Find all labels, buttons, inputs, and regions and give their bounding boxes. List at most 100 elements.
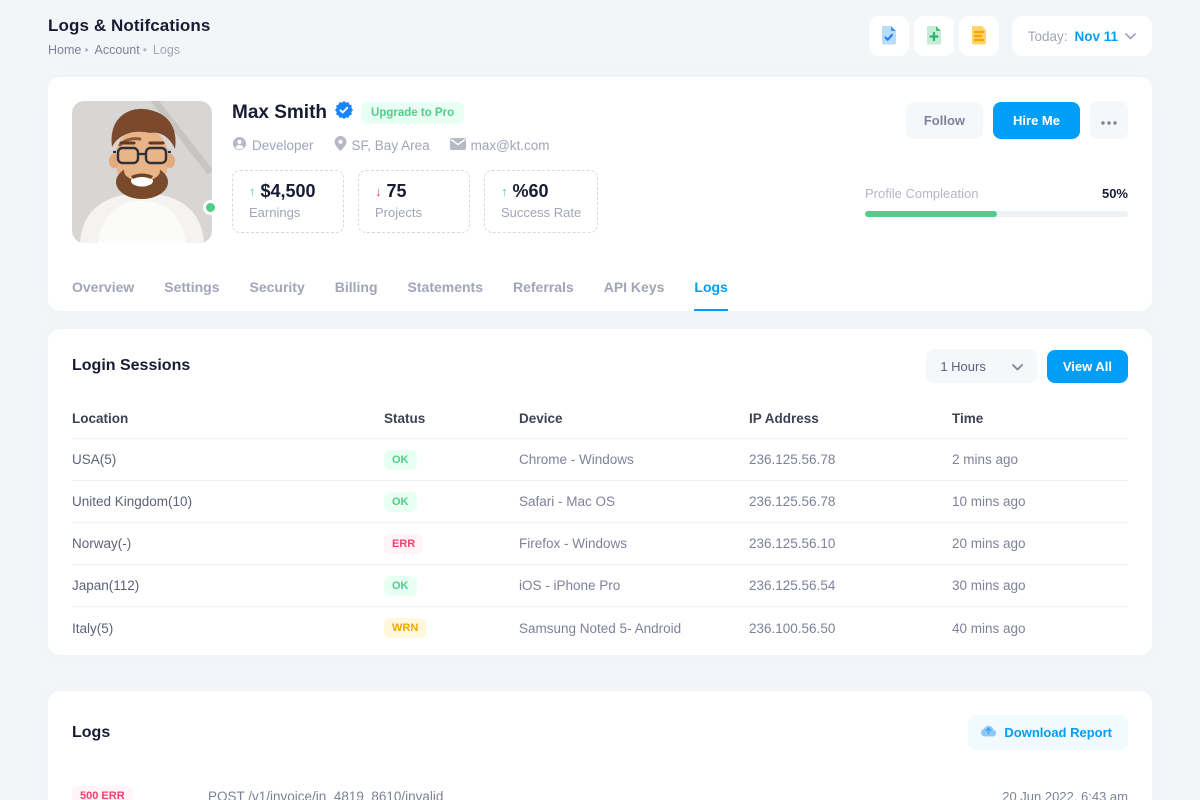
col-location: Location — [72, 411, 384, 426]
session-row[interactable]: Japan(112) OK iOS - iPhone Pro 236.125.5… — [72, 565, 1128, 607]
log-path: POST /v1/invoice/in_4819_8610/invalid — [208, 789, 1002, 800]
session-location: Italy(5) — [72, 621, 384, 636]
tab-referrals[interactable]: Referrals — [513, 271, 574, 311]
hours-filter-value: 1 Hours — [940, 359, 986, 374]
tab-label: Referrals — [513, 279, 574, 295]
tab-api-keys[interactable]: API Keys — [604, 271, 665, 311]
topbar: Logs & Notifcations Home•Account•Logs To — [48, 16, 1152, 57]
location-label: SF, Bay Area — [352, 138, 430, 153]
log-row[interactable]: 500 ERR POST /v1/invoice/in_4819_8610/in… — [72, 778, 1128, 800]
session-device: Samsung Noted 5- Android — [519, 621, 749, 636]
session-row[interactable]: United Kingdom(10) OK Safari - Mac OS 23… — [72, 481, 1128, 523]
stat-label: Success Rate — [501, 205, 581, 220]
profile-card: Max Smith Upgrade to Pro Developer — [48, 77, 1152, 311]
session-device: Safari - Mac OS — [519, 494, 749, 509]
download-report-button[interactable]: Download Report — [968, 715, 1128, 750]
session-row[interactable]: USA(5) OK Chrome - Windows 236.125.56.78… — [72, 439, 1128, 481]
tab-billing[interactable]: Billing — [335, 271, 378, 311]
ellipsis-icon — [1101, 113, 1117, 128]
follow-button[interactable]: Follow — [906, 102, 983, 139]
profile-identity: Max Smith Upgrade to Pro Developer — [232, 101, 550, 154]
sessions-table-header: Location Status Device IP Address Time — [72, 399, 1128, 439]
trend-down-icon: ↓ — [375, 184, 382, 199]
role-label: Developer — [252, 138, 314, 153]
profile-tabs: Overview Settings Security Billing Statement… — [72, 271, 1128, 311]
tab-label: API Keys — [604, 279, 665, 295]
tab-label: Logs — [694, 279, 727, 295]
col-device: Device — [519, 411, 749, 426]
email-label: max@kt.com — [471, 138, 550, 153]
stat-value: %60 — [513, 181, 549, 202]
session-ip: 236.125.56.78 — [749, 452, 952, 467]
session-device: Chrome - Windows — [519, 452, 749, 467]
stat-success-rate: ↑ %60 Success Rate — [484, 170, 598, 233]
logs-table-body: 500 ERR POST /v1/invoice/in_4819_8610/in… — [72, 778, 1128, 800]
profile-body: Max Smith Upgrade to Pro Developer — [232, 101, 1128, 243]
session-location: Norway(-) — [72, 536, 384, 551]
progress-bar — [865, 211, 1128, 217]
envelope-icon — [450, 138, 466, 153]
progress-fill — [865, 211, 997, 217]
session-device: iOS - iPhone Pro — [519, 578, 749, 593]
avatar-image — [72, 101, 212, 243]
breadcrumb-item[interactable]: Account — [95, 43, 140, 57]
session-status-badge: ERR — [384, 534, 423, 554]
stat-label: Earnings — [249, 205, 327, 220]
today-value: Nov 11 — [1074, 29, 1118, 44]
tab-label: Statements — [408, 279, 483, 295]
hours-filter-select[interactable]: 1 Hours — [926, 349, 1037, 383]
trend-up-icon: ↑ — [501, 184, 508, 199]
session-row[interactable]: Italy(5) WRN Samsung Noted 5- Android 23… — [72, 607, 1128, 649]
more-options-button[interactable] — [1090, 101, 1128, 139]
session-location: USA(5) — [72, 452, 384, 467]
col-ip: IP Address — [749, 411, 952, 426]
profile-actions: Follow Hire Me — [906, 101, 1128, 139]
view-all-button[interactable]: View All — [1047, 350, 1128, 383]
session-device: Firefox - Windows — [519, 536, 749, 551]
breadcrumb-item[interactable]: Logs — [153, 43, 180, 57]
session-time: 2 mins ago — [952, 452, 1128, 467]
file-lines-icon — [968, 24, 990, 49]
progress-value: 50% — [1102, 186, 1128, 201]
profile-meta: Developer SF, Bay Area max@kt.com — [232, 136, 550, 154]
file-check-icon — [878, 24, 900, 49]
upgrade-badge[interactable]: Upgrade to Pro — [361, 102, 464, 124]
profile-stats: ↑ $4,500 Earnings ↓ 75 Projects — [232, 170, 598, 233]
session-status-badge: WRN — [384, 618, 426, 638]
logs-title: Logs — [72, 724, 110, 742]
stat-label: Projects — [375, 205, 453, 220]
role-item[interactable]: Developer — [232, 136, 314, 154]
tab-settings[interactable]: Settings — [164, 271, 219, 311]
tab-security[interactable]: Security — [250, 271, 305, 311]
date-selector[interactable]: Today: Nov 11 — [1012, 16, 1152, 56]
session-ip: 236.125.56.54 — [749, 578, 952, 593]
breadcrumb-separator: • — [84, 43, 88, 57]
session-ip: 236.125.56.10 — [749, 536, 952, 551]
profile-completion: Profile Compleation 50% — [865, 186, 1128, 217]
log-status-badge: 500 ERR — [72, 786, 133, 800]
hire-me-button[interactable]: Hire Me — [993, 102, 1080, 139]
chevron-down-icon — [1125, 27, 1136, 45]
session-row[interactable]: Norway(-) ERR Firefox - Windows 236.125.… — [72, 523, 1128, 565]
breadcrumb-item[interactable]: Home — [48, 43, 81, 57]
email-item[interactable]: max@kt.com — [450, 138, 550, 153]
profile-name[interactable]: Max Smith — [232, 102, 327, 124]
online-status-dot — [203, 200, 218, 215]
today-label: Today: — [1028, 29, 1068, 44]
tab-overview[interactable]: Overview — [72, 271, 134, 311]
session-ip: 236.100.56.50 — [749, 621, 952, 636]
sessions-table-body: USA(5) OK Chrome - Windows 236.125.56.78… — [72, 439, 1128, 649]
file-plus-button[interactable] — [914, 16, 954, 56]
page: Logs & Notifcations Home•Account•Logs To — [0, 0, 1200, 800]
file-lines-button[interactable] — [959, 16, 999, 56]
topbar-left: Logs & Notifcations Home•Account•Logs — [48, 16, 210, 57]
page-title: Logs & Notifcations — [48, 16, 210, 36]
location-item[interactable]: SF, Bay Area — [334, 136, 430, 154]
stat-value: $4,500 — [261, 181, 316, 202]
session-ip: 236.125.56.78 — [749, 494, 952, 509]
tab-logs[interactable]: Logs — [694, 271, 727, 311]
stat-earnings: ↑ $4,500 Earnings — [232, 170, 344, 233]
log-date: 20 Jun 2022, 6:43 am — [1002, 789, 1128, 800]
file-check-button[interactable] — [869, 16, 909, 56]
tab-statements[interactable]: Statements — [408, 271, 483, 311]
